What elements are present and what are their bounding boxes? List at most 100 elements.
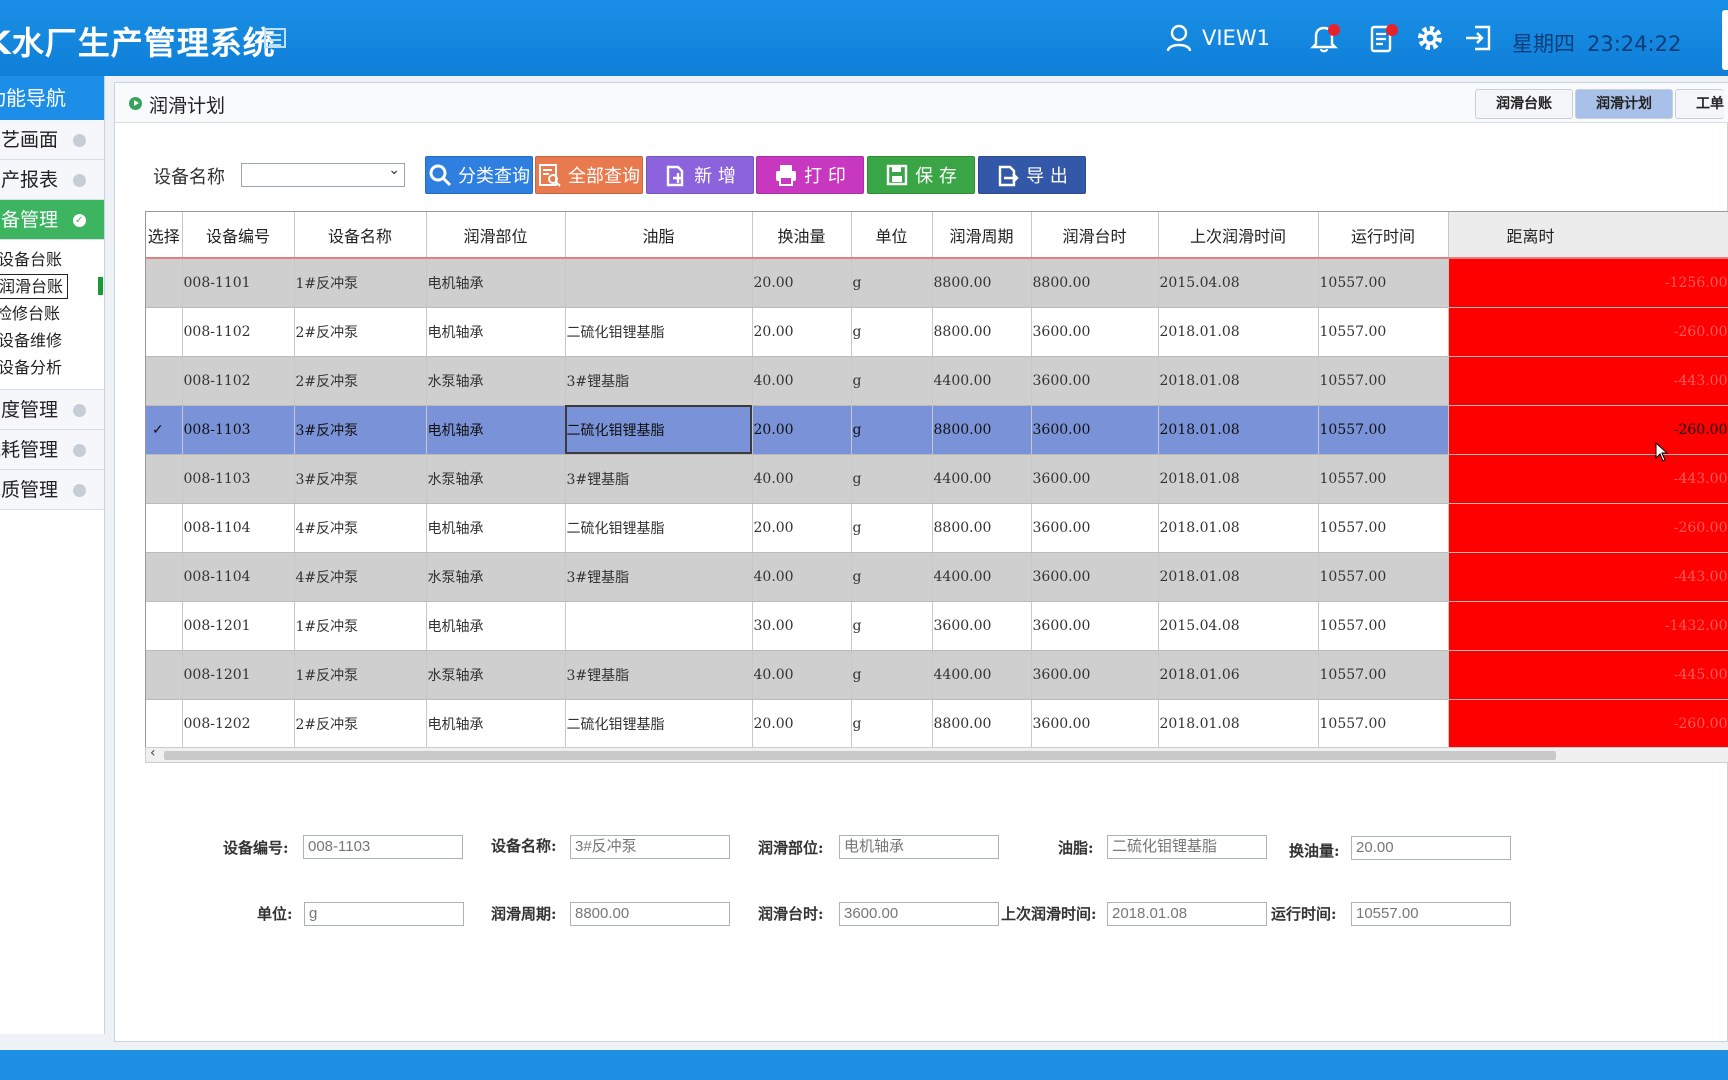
table-cell[interactable]: 008-1101: [182, 258, 295, 308]
col-header[interactable]: 油脂: [565, 212, 753, 259]
table-cell[interactable]: 20.00: [752, 258, 852, 308]
table-cell[interactable]: 二硫化钼锂基脂: [565, 503, 753, 553]
run-time-field[interactable]: 10557.00: [1351, 902, 1511, 926]
col-header[interactable]: 设备编号: [182, 212, 295, 259]
table-cell[interactable]: 电机轴承: [426, 307, 566, 357]
table-cell[interactable]: 008-1104: [182, 552, 295, 602]
table-cell[interactable]: 40.00: [752, 650, 852, 700]
part-field[interactable]: 电机轴承: [839, 835, 999, 859]
table-cell[interactable]: 10557.00: [1318, 552, 1449, 602]
export-button[interactable]: 导 出: [978, 156, 1086, 194]
table-cell[interactable]: 3600.00: [932, 601, 1032, 651]
user-menu[interactable]: VIEW1: [1166, 24, 1270, 52]
category-query-button[interactable]: 分类查询: [425, 156, 533, 194]
col-header[interactable]: 运行时间: [1318, 212, 1449, 259]
table-cell[interactable]: 8800.00: [1031, 258, 1159, 308]
table-cell[interactable]: 2018.01.08: [1158, 699, 1319, 747]
table-cell[interactable]: 30.00: [752, 601, 852, 651]
table-cell[interactable]: g: [851, 307, 933, 357]
sub-item-analysis[interactable]: 设备分析: [0, 354, 104, 381]
grease-field[interactable]: 二硫化钼锂基脂: [1107, 835, 1267, 859]
col-header[interactable]: 上次润滑时间: [1158, 212, 1319, 259]
table-cell[interactable]: 10557.00: [1318, 699, 1449, 747]
table-cell[interactable]: g: [851, 258, 933, 308]
equip-name-field[interactable]: 3#反冲泵: [570, 835, 730, 859]
table-cell[interactable]: 电机轴承: [426, 503, 566, 553]
table-cell[interactable]: 电机轴承: [426, 601, 566, 651]
save-button[interactable]: 保 存: [867, 156, 975, 194]
table-cell[interactable]: 二硫化钼锂基脂: [565, 699, 753, 747]
sidebar-item-reports[interactable]: 生产报表: [0, 160, 104, 200]
table-cell[interactable]: 4400.00: [932, 356, 1032, 406]
table-cell[interactable]: 2018.01.08: [1158, 356, 1319, 406]
table-cell[interactable]: 4400.00: [932, 552, 1032, 602]
sidebar-item-energy[interactable]: 能耗管理: [0, 430, 104, 470]
table-cell[interactable]: 3600.00: [1031, 307, 1159, 357]
table-cell[interactable]: g: [851, 454, 933, 504]
col-header[interactable]: 距离时: [1448, 212, 1728, 259]
row-select-cell[interactable]: [146, 258, 183, 308]
lube-plan-grid[interactable]: 选择 设备编号 设备名称 润滑部位 油脂 换油量 单位 润滑周期 润滑台时 上次…: [145, 211, 1728, 747]
table-cell[interactable]: 008-1104: [182, 503, 295, 553]
table-cell[interactable]: 8800.00: [932, 258, 1032, 308]
sidebar-item-process[interactable]: 工艺画面: [0, 120, 104, 160]
distance-cell[interactable]: -1256.00: [1448, 258, 1728, 308]
col-header[interactable]: 润滑周期: [932, 212, 1032, 259]
table-cell[interactable]: 3#锂基脂: [565, 552, 753, 602]
distance-cell[interactable]: -443.00: [1448, 356, 1728, 406]
table-row[interactable]: 008-1201 1#反冲泵 水泵轴承 3#锂基脂 40.00 g 4400.00 3600.…: [146, 650, 1728, 700]
table-cell[interactable]: [565, 258, 753, 308]
table-cell[interactable]: 水泵轴承: [426, 650, 566, 700]
row-select-cell[interactable]: ✓: [146, 405, 183, 455]
cycle-field[interactable]: 8800.00: [570, 902, 730, 926]
table-cell[interactable]: g: [851, 356, 933, 406]
table-cell[interactable]: 电机轴承: [426, 258, 566, 308]
table-cell[interactable]: 008-1201: [182, 650, 295, 700]
table-row[interactable]: 008-1102 2#反冲泵 水泵轴承 3#锂基脂 40.00 g 4400.00 3600.…: [146, 356, 1728, 406]
table-cell[interactable]: 3#反冲泵: [294, 405, 427, 455]
amount-field[interactable]: 20.00: [1351, 836, 1511, 860]
table-row[interactable]: 008-1104 4#反冲泵 水泵轴承 3#锂基脂 40.00 g 4400.00 3600.…: [146, 552, 1728, 602]
table-cell[interactable]: 4400.00: [932, 650, 1032, 700]
equipment-name-select[interactable]: [241, 162, 405, 187]
bell-icon[interactable]: [1308, 22, 1340, 54]
horizontal-scrollbar[interactable]: ‹: [145, 745, 1728, 763]
col-header[interactable]: 单位: [851, 212, 933, 259]
table-cell[interactable]: 水泵轴承: [426, 552, 566, 602]
table-cell[interactable]: 二硫化钼锂基脂: [565, 307, 753, 357]
sub-item-equipment-ledger[interactable]: 设备台账: [0, 246, 104, 273]
table-cell[interactable]: g: [851, 650, 933, 700]
table-cell[interactable]: 2018.01.08: [1158, 454, 1319, 504]
table-cell[interactable]: 3#锂基脂: [565, 356, 753, 406]
sidebar-item-equipment[interactable]: 设备管理: [0, 200, 104, 240]
hours-field[interactable]: 3600.00: [839, 902, 999, 926]
col-header[interactable]: 润滑部位: [426, 212, 566, 259]
table-cell[interactable]: 3600.00: [1031, 503, 1159, 553]
table-cell[interactable]: 4#反冲泵: [294, 552, 427, 602]
table-row[interactable]: 008-1201 1#反冲泵 电机轴承 30.00 g 3600.00 3600.00 201…: [146, 601, 1728, 651]
table-cell[interactable]: g: [851, 601, 933, 651]
table-cell[interactable]: 2018.01.08: [1158, 405, 1319, 455]
table-cell[interactable]: 3600.00: [1031, 699, 1159, 747]
distance-cell[interactable]: -260.00: [1448, 503, 1728, 553]
distance-cell[interactable]: -443.00: [1448, 552, 1728, 602]
table-cell[interactable]: 40.00: [752, 454, 852, 504]
table-cell[interactable]: 3#反冲泵: [294, 454, 427, 504]
table-cell[interactable]: 8800.00: [932, 699, 1032, 747]
table-cell[interactable]: 10557.00: [1318, 601, 1449, 651]
all-query-button[interactable]: 全部查询: [535, 156, 643, 194]
table-cell[interactable]: 10557.00: [1318, 307, 1449, 357]
tab-lube-plan[interactable]: 润滑计划: [1575, 89, 1673, 119]
table-cell[interactable]: 8800.00: [932, 405, 1032, 455]
table-cell[interactable]: 008-1201: [182, 601, 295, 651]
col-header[interactable]: 换油量: [752, 212, 852, 259]
table-cell[interactable]: 10557.00: [1318, 356, 1449, 406]
table-cell[interactable]: 40.00: [752, 356, 852, 406]
tab-lube-ledger[interactable]: 润滑台账: [1475, 89, 1573, 119]
equip-no-field[interactable]: 008-1103: [303, 835, 463, 859]
table-cell[interactable]: g: [851, 503, 933, 553]
table-cell[interactable]: 2018.01.08: [1158, 307, 1319, 357]
add-button[interactable]: 新 增: [646, 156, 754, 194]
col-header[interactable]: 润滑台时: [1031, 212, 1159, 259]
sub-item-maintenance-ledger[interactable]: 检修台账: [0, 300, 104, 327]
